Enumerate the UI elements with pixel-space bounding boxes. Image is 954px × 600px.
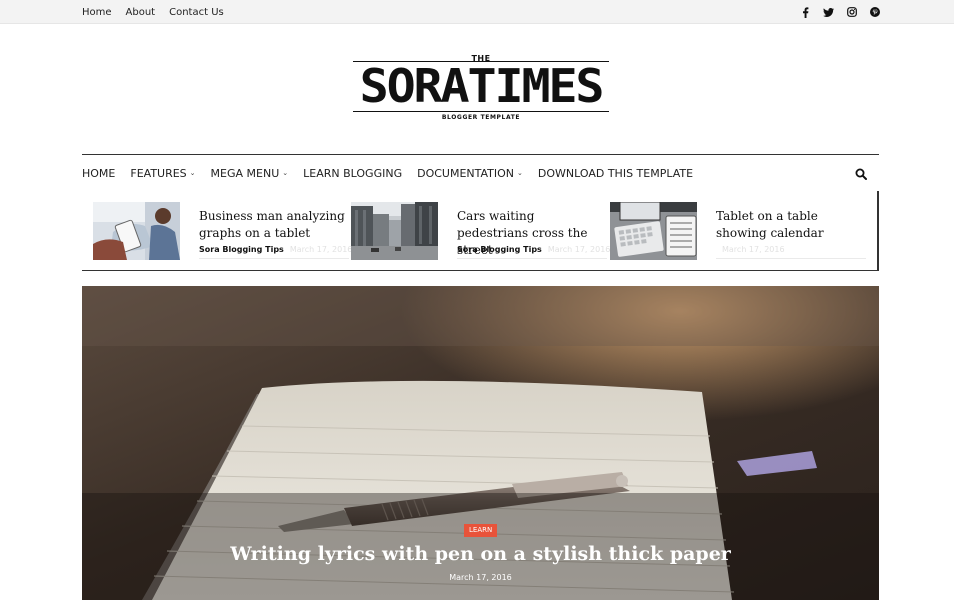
hero-date: March 17, 2016 xyxy=(449,573,512,582)
divider xyxy=(457,258,607,259)
post-date: March 17, 2016 xyxy=(722,245,785,254)
featured-thumbnail[interactable] xyxy=(610,202,697,260)
instagram-icon[interactable] xyxy=(846,7,857,18)
featured-post-card[interactable]: Business man analyzing graphs on a table… xyxy=(93,202,352,260)
chevron-down-icon: ⌄ xyxy=(282,169,289,177)
featured-post-title[interactable]: Business man analyzing graphs on a table… xyxy=(199,208,349,242)
top-link-contact[interactable]: Contact Us xyxy=(169,7,224,18)
featured-posts-strip: Business man analyzing graphs on a table… xyxy=(82,191,879,271)
featured-post-meta: Sora Blogging Tips March 17, 2016 xyxy=(199,245,352,254)
chevron-down-icon: ⌄ xyxy=(189,169,196,177)
nav-item-home[interactable]: HOME xyxy=(82,167,115,180)
nav-item-mega-menu[interactable]: MEGA MENU ⌄ xyxy=(211,167,289,180)
nav-item-label: HOME xyxy=(82,166,116,180)
nav-item-label: DOWNLOAD THIS TEMPLATE xyxy=(537,166,694,180)
featured-post-card[interactable]: Cars waiting pedestrians cross the stree… xyxy=(351,202,610,260)
nav-item-label: LEARN BLOGGING xyxy=(303,166,403,180)
featured-post-meta: Sora Blogging Tips March 17, 2016 xyxy=(457,245,610,254)
social-links xyxy=(800,0,880,24)
search-icon[interactable] xyxy=(855,167,867,180)
nav-item-label: MEGA MENU xyxy=(210,166,280,180)
chevron-down-icon: ⌄ xyxy=(517,169,523,177)
top-link-about[interactable]: About xyxy=(126,7,156,18)
nav-item-features[interactable]: FEATURES ⌄ xyxy=(130,167,195,180)
hero-post[interactable]: LEARN Writing lyrics with pen on a styli… xyxy=(82,286,879,600)
post-label[interactable]: Sora Blogging Tips xyxy=(457,245,542,254)
site-logo[interactable]: THE SORATIMES BLOGGER TEMPLATE xyxy=(353,52,609,124)
logo-wordmark: SORATIMES xyxy=(359,59,605,113)
hero-title[interactable]: Writing lyrics with pen on a stylish thi… xyxy=(82,543,879,565)
post-label[interactable]: Sora Blogging Tips xyxy=(199,245,284,254)
nav-item-learn-blogging[interactable]: LEARN BLOGGING xyxy=(303,167,402,180)
facebook-icon[interactable] xyxy=(800,6,811,18)
top-links: Home About Contact Us xyxy=(82,0,224,24)
twitter-icon[interactable] xyxy=(823,7,834,18)
category-badge[interactable]: LEARN xyxy=(464,524,498,537)
logo-rule-bottom xyxy=(353,111,609,112)
nav-item-label: FEATURES xyxy=(130,166,187,180)
nav-item-documentation[interactable]: DOCUMENTATION ⌄ xyxy=(417,167,523,180)
nav-item-download-template[interactable]: DOWNLOAD THIS TEMPLATE xyxy=(538,167,693,180)
featured-post-card[interactable]: Tablet on a table showing calendar March… xyxy=(610,202,866,260)
post-date: March 17, 2016 xyxy=(547,245,611,254)
featured-post-title[interactable]: Tablet on a table showing calendar xyxy=(716,208,866,242)
main-nav: HOME FEATURES ⌄ MEGA MENU ⌄ LEARN BLOGGING… xyxy=(82,154,879,191)
featured-post-meta: March 17, 2016 xyxy=(716,245,866,254)
pinterest-icon[interactable] xyxy=(869,7,880,18)
divider xyxy=(716,258,866,259)
featured-thumbnail[interactable] xyxy=(351,202,438,260)
divider xyxy=(199,258,349,259)
nav-item-label: DOCUMENTATION xyxy=(417,166,515,180)
featured-thumbnail[interactable] xyxy=(93,202,180,260)
post-date: March 17, 2016 xyxy=(289,245,353,254)
logo-subtitle: BLOGGER TEMPLATE xyxy=(441,114,521,121)
top-bar: Home About Contact Us xyxy=(0,0,954,24)
top-link-home[interactable]: Home xyxy=(82,7,112,18)
